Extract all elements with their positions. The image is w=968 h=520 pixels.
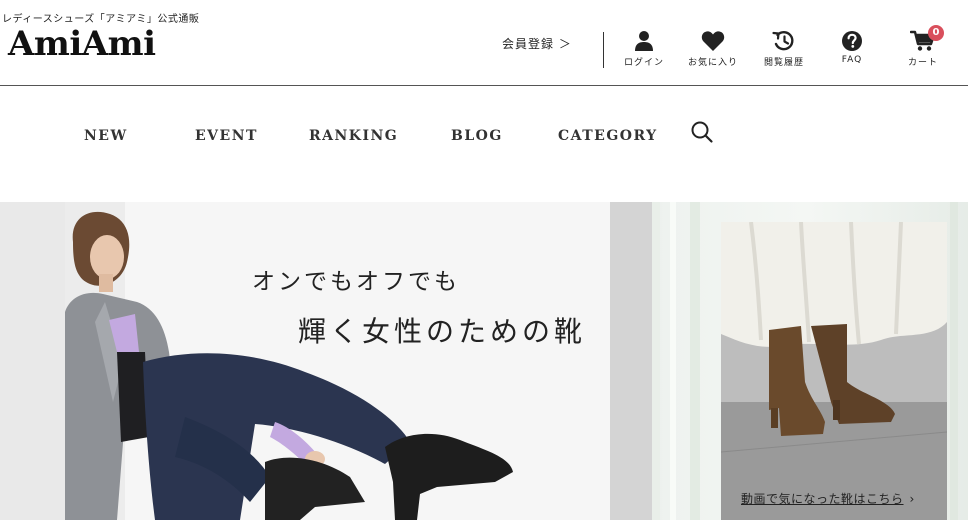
history-icon (752, 30, 816, 54)
faq-label: FAQ (841, 55, 863, 65)
main-nav: NEW EVENT RANKING BLOG CATEGORY (0, 87, 968, 202)
favorites-button[interactable]: お気に入り (681, 30, 745, 70)
hero-banner[interactable]: オンでもオフでも 輝く女性のための靴 (0, 202, 610, 520)
nav-item-ranking[interactable]: RANKING (309, 128, 398, 144)
cart-label: カート (907, 58, 938, 68)
cart-icon (891, 30, 955, 54)
header-divider (603, 32, 604, 68)
favorites-label: お気に入り (687, 58, 738, 68)
hero-model-photo (65, 202, 610, 520)
nav-item-new[interactable]: NEW (84, 128, 128, 144)
video-shoes-link-text: 動画で気になった靴はこちら (741, 492, 904, 506)
site-logo[interactable]: AmiAmi (8, 24, 156, 64)
nav-item-event[interactable]: EVENT (195, 128, 258, 144)
question-icon (820, 30, 884, 54)
history-button[interactable]: 閲覧履歴 (752, 30, 816, 70)
history-label: 閲覧履歴 (763, 58, 804, 68)
hero-tagline-line2: 輝く女性のための靴 (298, 315, 587, 348)
register-link[interactable]: 会員登録 ＞ (502, 35, 572, 52)
nav-item-blog[interactable]: BLOG (451, 128, 503, 144)
site-tagline: レディースシューズ「アミアミ」公式通販 (2, 14, 200, 25)
site-header: レディースシューズ「アミアミ」公式通販 AmiAmi 会員登録 ＞ ログイン お… (0, 0, 968, 86)
cart-count-badge: 0 (928, 25, 944, 41)
faq-button[interactable]: FAQ (820, 30, 884, 70)
search-icon[interactable] (690, 120, 714, 144)
cart-button[interactable]: 0 カート (891, 25, 955, 70)
nav-item-category[interactable]: CATEGORY (558, 128, 658, 144)
boots-video-thumbnail[interactable] (721, 222, 947, 520)
chevron-right-icon: › (909, 492, 915, 506)
video-banner[interactable] (610, 202, 968, 520)
user-icon (612, 30, 676, 54)
video-shoes-link[interactable]: 動画で気になった靴はこちら › (741, 490, 915, 507)
heart-icon (681, 30, 745, 54)
login-button[interactable]: ログイン (612, 30, 676, 70)
login-label: ログイン (623, 58, 664, 68)
hero-tagline-line1: オンでもオフでも (252, 269, 460, 295)
